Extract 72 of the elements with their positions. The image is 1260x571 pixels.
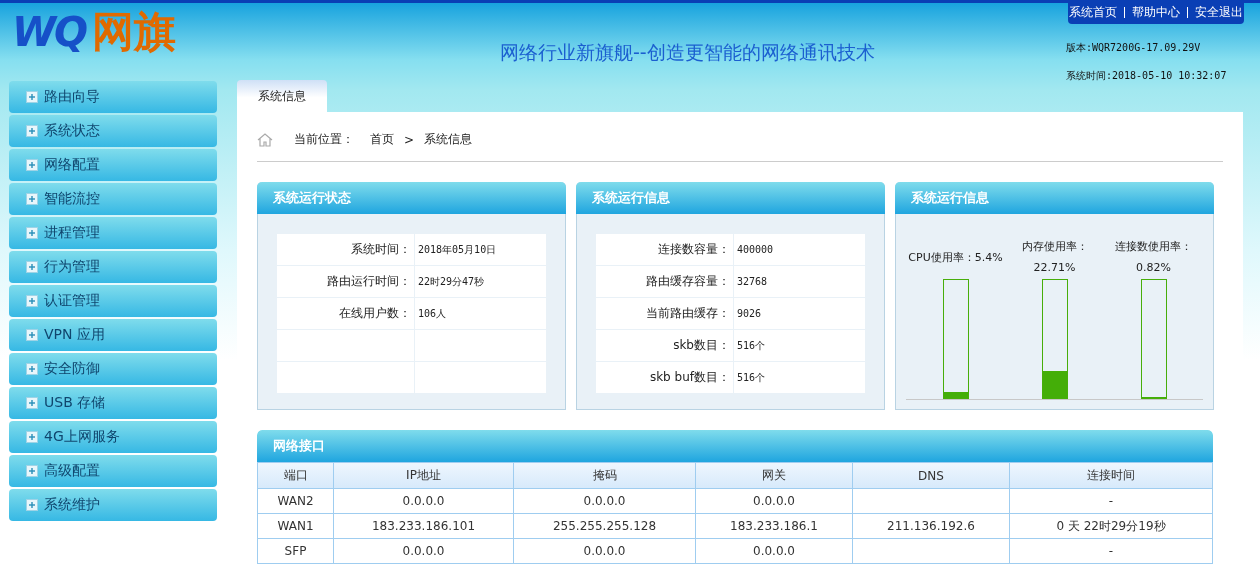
panel-title: 系统运行信息	[895, 182, 1214, 214]
table-cell: 516个	[737, 370, 766, 385]
table-cell: 2018年05月10日	[418, 242, 497, 257]
sidebar-item[interactable]: 系统状态	[9, 115, 217, 147]
table-cell: 0.0.0.0	[514, 489, 696, 514]
home-icon	[257, 132, 273, 147]
table-cell: 106人	[418, 306, 447, 321]
column-header: 网关	[696, 463, 853, 489]
panel-title: 系统运行状态	[257, 182, 566, 214]
sidebar-item[interactable]: 进程管理	[9, 217, 217, 249]
table-cell: 0.0.0.0	[696, 539, 853, 564]
table-cell: -	[1010, 489, 1213, 514]
column-header: 连接时间	[1010, 463, 1213, 489]
column-header: 端口	[258, 463, 334, 489]
column-header: DNS	[853, 463, 1010, 489]
slogan: 网络行业新旗舰--创造更智能的网络通讯技术	[500, 40, 875, 65]
table-cell: 400000	[737, 244, 774, 255]
sidebar-item[interactable]: 认证管理	[9, 285, 217, 317]
table-cell: -	[1010, 539, 1213, 564]
table-cell: 连接数容量：	[658, 241, 730, 258]
meter-label: CPU使用率：5.4%	[907, 249, 1004, 266]
table-cell: 0.0.0.0	[334, 539, 514, 564]
top-link[interactable]: 系统首页	[1069, 3, 1117, 21]
table-cell: 路由缓存容量：	[646, 273, 730, 290]
logo-name: 网旗	[92, 6, 177, 58]
table-title: 网络接口	[257, 430, 1213, 462]
table-cell: 系统时间：	[351, 241, 411, 258]
meter-label: 内存使用率：22.71%	[1020, 239, 1089, 276]
sidebar-item[interactable]: 系统维护	[9, 489, 217, 521]
sidebar-item[interactable]: USB 存储	[9, 387, 217, 419]
sidebar-item[interactable]: 行为管理	[9, 251, 217, 283]
breadcrumb-link[interactable]: 首页	[370, 131, 394, 148]
table-cell: 当前路由缓存：	[646, 305, 730, 322]
breadcrumb-label: 当前位置：	[294, 131, 354, 148]
sidebar-item[interactable]: 智能流控	[9, 183, 217, 215]
top-link[interactable]: 安全退出	[1195, 3, 1243, 21]
table-cell: 在线用户数：	[339, 305, 411, 322]
table-cell: 516个	[737, 338, 766, 353]
table-cell: 0 天 22时29分19秒	[1010, 514, 1213, 539]
column-header: 掩码	[514, 463, 696, 489]
breadcrumb-separator: >	[404, 132, 415, 147]
sidebar-item[interactable]: 路由向导	[9, 81, 217, 113]
table-cell: skb数目：	[673, 337, 730, 354]
logo-mark: WQ	[12, 9, 87, 55]
table-cell: SFP	[258, 539, 334, 564]
table-cell: 路由运行时间：	[327, 273, 411, 290]
table-cell: WAN1	[258, 514, 334, 539]
table-cell: 183.233.186.1	[696, 514, 853, 539]
breadcrumb-link[interactable]: 系统信息	[424, 131, 473, 148]
sidebar-item[interactable]: 安全防御	[9, 353, 217, 385]
system-time-text: 系统时间:2018-05-10 10:32:07	[1066, 69, 1228, 83]
sidebar-item[interactable]: 网络配置	[9, 149, 217, 181]
meter-label: 连接数使用率：0.82%	[1114, 239, 1193, 276]
table-cell: WAN2	[258, 489, 334, 514]
column-header: IP地址	[334, 463, 514, 489]
table-cell: 0.0.0.0	[696, 489, 853, 514]
table-cell: 0.0.0.0	[514, 539, 696, 564]
table-cell: 9026	[737, 308, 762, 319]
sidebar-item[interactable]: 4G上网服务	[9, 421, 217, 453]
sidebar-item[interactable]: 高级配置	[9, 455, 217, 487]
table-cell: 22时29分47秒	[418, 274, 485, 289]
table-cell: 255.255.255.128	[514, 514, 696, 539]
table-cell: skb buf数目：	[649, 369, 730, 386]
version-text: 版本:WQR7200G-17.09.29V	[1066, 41, 1202, 55]
table-cell: 32768	[737, 276, 768, 287]
top-link[interactable]: 帮助中心	[1132, 3, 1180, 21]
table-cell: 211.136.192.6	[853, 514, 1010, 539]
table-cell: 0.0.0.0	[334, 489, 514, 514]
panel-title: 系统运行信息	[576, 182, 885, 214]
tab[interactable]: 系统信息	[237, 80, 327, 112]
sidebar-item[interactable]: VPN 应用	[9, 319, 217, 351]
table-cell: 183.233.186.101	[334, 514, 514, 539]
